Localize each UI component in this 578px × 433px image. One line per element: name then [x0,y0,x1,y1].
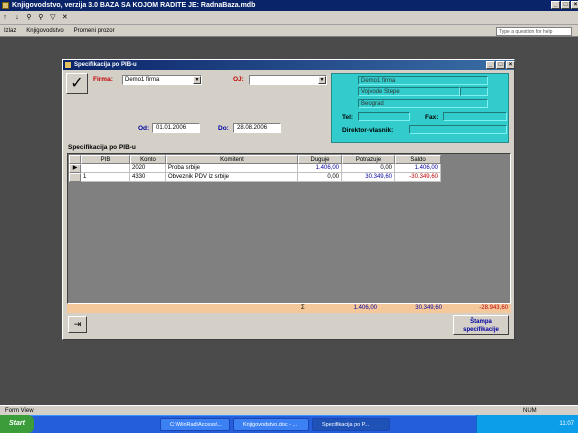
taskbar-item-word[interactable]: Knjigovodstvo.doc - ... [233,418,309,431]
print-specification-button[interactable]: Štampa specifikacije [453,315,509,335]
system-tray: 11:07 [476,415,578,433]
firma-label: Firma: [93,76,113,83]
company-info-panel: Demo1 firma Vojvode Stepe Beograd Tel: F… [331,73,509,143]
chevron-down-icon[interactable]: ▼ [318,76,326,84]
col-header-potrazuje[interactable]: Potrazuje [342,155,395,164]
table-row-cell-duguje[interactable]: 0,00 [298,173,342,182]
director-label: Direktor-vlasnik: [342,127,394,134]
table-row-cell-konto[interactable]: 4330 [130,173,166,182]
sigma-symbol: Σ [301,305,305,311]
exit-door-button[interactable]: ⇥ [68,316,87,333]
grid-corner [69,155,81,164]
filter-by-form-icon[interactable]: ⚲ [37,14,45,22]
menu-bar: Izlaz Knjigovodstvo Promeni prozor [0,25,578,37]
status-bar: Form View NUM [0,405,578,415]
delete-record-icon[interactable]: ✕ [61,14,69,22]
table-row-cell-pib[interactable] [81,164,130,173]
sort-ascending-icon[interactable]: ↑ [1,14,9,22]
tel-value [358,112,410,121]
help-search-input[interactable]: Type a question for help [496,27,572,36]
app-title-bar: Knjigovodstvo, verzija 3.0 BAZA SA KOJOM… [0,0,578,11]
taskbar-item-access[interactable]: Specifikacija po P... [312,418,390,431]
specifikacija-form: Specifikacija po PIB-u _ □ × ✓ Firma: De… [62,59,515,340]
data-grid: PIB Konto Komitent Duguje Potrazuje Sald… [67,153,511,304]
clock: 11:07 [559,421,574,427]
menu-knjigovodstvo[interactable]: Knjigovodstvo [22,25,67,37]
table-row-cell-saldo[interactable]: -30.349,60 [395,173,441,182]
menu-izlaz[interactable]: Izlaz [0,25,20,37]
company-name: Demo1 firma [358,76,488,85]
director-value [409,125,507,134]
company-city: Beograd [358,99,488,108]
col-header-konto[interactable]: Konto [130,155,166,164]
table-row-cell-komitent[interactable]: Obveznik PDV iz srbije [166,173,298,182]
oj-label: OJ: [233,76,244,83]
filter-by-selection-icon[interactable]: ⚲ [25,14,33,22]
total-saldo: -28.943,60 [479,305,508,311]
col-header-pib[interactable]: PIB [81,155,130,164]
firma-combo[interactable]: Demo1 firma ▼ [122,75,202,85]
col-header-saldo[interactable]: Saldo [395,155,441,164]
app-icon [2,2,9,9]
fax-label: Fax: [425,114,439,121]
row-selector[interactable] [69,173,81,182]
col-header-duguje[interactable]: Duguje [298,155,342,164]
table-row-cell-saldo[interactable]: 1.406,00 [395,164,441,173]
company-address: Vojvode Stepe [358,87,460,96]
form-close-button[interactable]: × [506,61,515,69]
do-label: Do: [218,125,229,132]
form-title-bar: Specifikacija po PIB-u _ □ × [63,60,515,70]
oj-combo[interactable]: ▼ [249,75,327,85]
minimize-button[interactable]: _ [551,1,560,9]
col-header-komitent[interactable]: Komitent [166,155,298,164]
taskbar-item-explorer[interactable]: C:\WinRad\Access\... [160,418,230,431]
totals-bar: Σ 1.406,00 30.349,60 -28.943,60 [67,304,511,313]
maximize-button[interactable]: □ [561,1,570,9]
menu-promeni-prozor[interactable]: Promeni prozor [70,25,119,37]
form-minimize-button[interactable]: _ [486,61,495,69]
company-address-extra [460,87,488,96]
firma-value: Demo1 firma [125,77,160,83]
table-row-cell-potrazuje[interactable]: 0,00 [342,164,395,173]
table-row-cell-duguje[interactable]: 1.406,00 [298,164,342,173]
start-button[interactable]: Start [0,415,34,433]
form-icon [65,62,71,68]
fax-value [443,112,507,121]
chevron-down-icon[interactable]: ▼ [193,76,201,84]
toolbar: ↑ ↓ ⚲ ⚲ ▽ ✕ [0,11,578,25]
apply-filter-icon[interactable]: ▽ [49,14,57,22]
form-maximize-button[interactable]: □ [496,61,505,69]
table-row-cell-pib[interactable]: 1 [81,173,130,182]
exit-door-icon: ⇥ [73,319,82,329]
table-row-cell-konto[interactable]: 2020 [130,164,166,173]
confirm-check-button[interactable]: ✓ [66,73,88,94]
app-title: Knjigovodstvo, verzija 3.0 BAZA SA KOJOM… [12,2,256,9]
total-potrazuje: 30.349,60 [415,305,442,311]
od-label: Od: [138,125,150,132]
table-row-cell-potrazuje[interactable]: 30.349,60 [342,173,395,182]
row-selector-current[interactable]: ▶ [69,164,81,173]
tel-label: Tel: [342,114,354,121]
table-row-cell-komitent[interactable]: Proba srbije [166,164,298,173]
od-date-input[interactable]: 01.01.2006 [152,123,200,133]
close-button[interactable]: × [571,1,578,9]
form-title: Specifikacija po PIB-u [74,62,137,68]
section-label: Specifikacija po PIB-u [68,144,136,151]
total-duguje: 1.406,00 [353,305,377,311]
do-date-input[interactable]: 28.08.2006 [233,123,281,133]
sort-descending-icon[interactable]: ↓ [13,14,21,22]
